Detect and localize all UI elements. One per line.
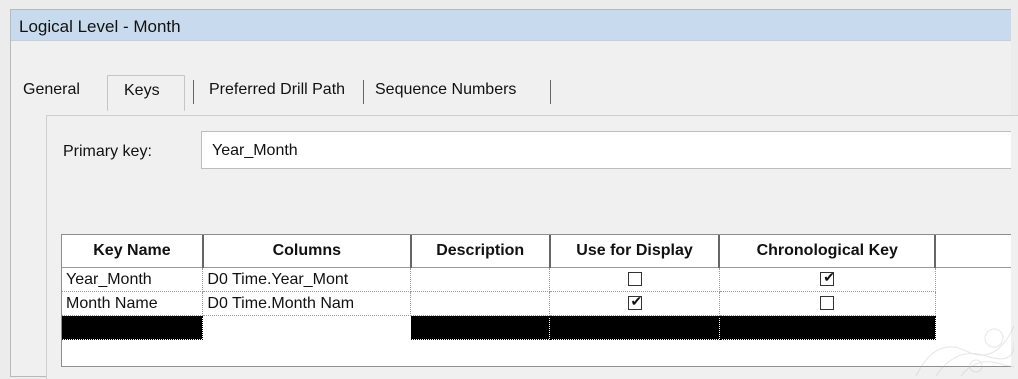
description-cell[interactable] (410, 291, 551, 316)
use-for-display-cell[interactable]: ✔ (549, 291, 720, 316)
empty-cell (935, 292, 1011, 316)
new-use-for-display-cell[interactable] (549, 315, 720, 340)
tab-general[interactable]: General (23, 81, 101, 99)
table-row[interactable]: Month Name D0 Time.Month Nam ✔ (62, 291, 1011, 316)
tab-keys[interactable]: Keys (124, 82, 160, 100)
chronological-key-checkbox[interactable] (820, 296, 835, 310)
corner-watermark-pattern (915, 325, 1014, 376)
chronological-key-cell[interactable] (719, 291, 936, 316)
columns-cell[interactable]: D0 Time.Year_Mont (202, 267, 412, 292)
tab-separator (550, 80, 551, 104)
column-header-use-for-display[interactable]: Use for Display (549, 235, 721, 268)
description-cell[interactable] (410, 267, 551, 292)
keys-table: Key Name Columns Description Use for Dis… (62, 235, 1011, 340)
chronological-key-cell[interactable]: ✔ (719, 267, 936, 292)
title-bar: Logical Level - Month (11, 10, 1011, 41)
tab-sequence-numbers[interactable]: Sequence Numbers (375, 81, 516, 99)
new-chronological-key-cell[interactable] (719, 315, 936, 340)
use-for-display-cell[interactable] (549, 267, 720, 292)
column-header-empty (935, 235, 1011, 268)
table-row[interactable]: Year_Month D0 Time.Year_Mont ✔ (62, 267, 1011, 292)
key-name-cell[interactable]: Year_Month (62, 267, 204, 292)
tab-preferred-drill-path[interactable]: Preferred Drill Path (209, 81, 345, 99)
column-header-key-name[interactable]: Key Name (62, 235, 204, 268)
tab-separator (193, 80, 194, 104)
primary-key-field[interactable]: Year_Month (201, 131, 1011, 169)
empty-cell (935, 268, 1011, 292)
primary-key-label: Primary key: (63, 143, 152, 160)
table-header-row: Key Name Columns Description Use for Dis… (62, 235, 1011, 268)
new-description-cell[interactable] (410, 315, 551, 340)
primary-key-value: Year_Month (212, 142, 298, 159)
column-header-chronological-key[interactable]: Chronological Key (719, 235, 937, 268)
chronological-key-checkbox[interactable]: ✔ (820, 269, 835, 286)
use-for-display-checkbox[interactable]: ✔ (627, 293, 642, 310)
columns-cell[interactable]: D0 Time.Month Nam (202, 291, 412, 316)
new-row-selected[interactable] (62, 315, 1011, 340)
use-for-display-checkbox[interactable] (627, 272, 642, 286)
key-name-cell[interactable]: Month Name (62, 291, 204, 316)
keys-grid: Key Name Columns Description Use for Dis… (61, 234, 1011, 367)
new-key-name-cell[interactable] (62, 315, 204, 340)
tab-separator (363, 80, 364, 104)
window-title: Logical Level - Month (19, 17, 181, 36)
column-header-columns[interactable]: Columns (202, 235, 412, 268)
column-header-description[interactable]: Description (410, 235, 551, 268)
new-columns-cell[interactable] (202, 315, 412, 340)
